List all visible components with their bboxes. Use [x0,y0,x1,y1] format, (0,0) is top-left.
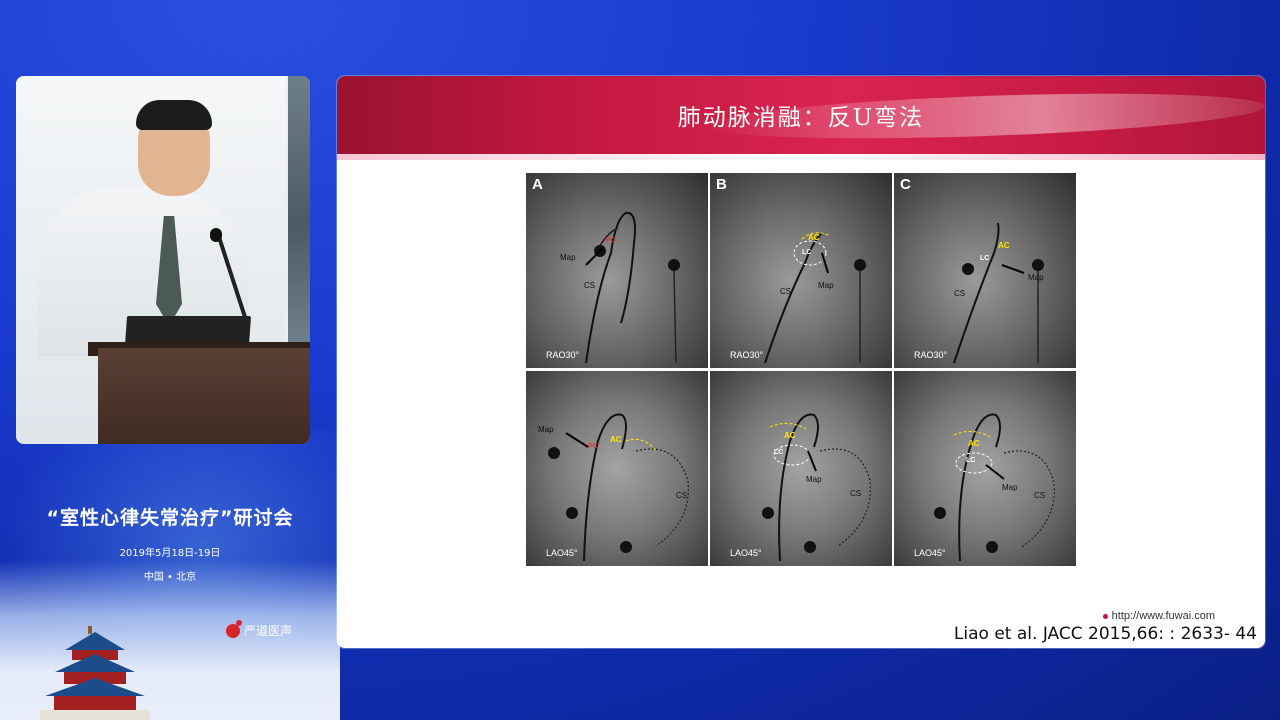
presentation-slide: 肺动脉消融：反U弯法 A Map PC CS RAO30° B AC LC Ma… [337,76,1265,648]
label-lc: LC [966,457,976,464]
panel-view: RAO30° [730,350,764,360]
panel-view: RAO30° [546,350,580,360]
label-map: Map [538,425,554,434]
fluoro-panel-a: A Map PC CS RAO30° [526,173,708,368]
label-cs: CS [780,287,792,296]
label-map: Map [1028,273,1044,282]
label-pc: PC [606,237,616,244]
label-cs: CS [584,281,596,290]
catheter-drawing [762,413,871,562]
microphone-icon [210,228,222,242]
event-location: 中国 • 北京 [143,572,197,583]
fluoro-panel-b: B AC LC Map CS RAO30° [710,173,892,368]
panel-letter: A [532,176,543,193]
panel-view: LAO45° [546,548,578,558]
bullet-icon [1102,613,1108,619]
event-title: “室性心律失常治疗”研讨会 [46,507,294,529]
catheter-drawing [934,413,1055,562]
logo-icon [226,619,242,638]
podium [98,348,310,444]
label-ac: AC [610,435,622,444]
fluoro-panel-d: Map PC AC CS LAO45° [526,371,708,566]
event-date: 2019年5月18日-19日 [119,548,221,559]
fluoro-panel-f: AC LC Map CS LAO45° [894,371,1076,566]
label-map: Map [806,475,822,484]
label-lc: LC [774,449,784,456]
sponsor-logo: 严道医声 [226,619,293,639]
catheter-drawing [764,232,866,364]
panel-letter: C [900,176,911,193]
slide-title: 肺动脉消融：反U弯法 [677,105,925,131]
label-ac: AC [808,233,820,242]
fluoroscopy-figure: A Map PC CS RAO30° B AC LC Map CS RAO30° [526,173,1076,568]
fluoro-panel-e: AC LC Map CS LAO45° [710,371,892,566]
label-lc: LC [802,249,812,256]
fluoro-panel-c: C AC LC Map CS RAO30° [894,173,1076,368]
label-map: Map [560,253,576,262]
label-lc: LC [980,255,990,262]
label-ac: AC [998,241,1010,250]
panel-view: LAO45° [914,548,946,558]
panel-letter: B [716,176,727,193]
label-cs: CS [1034,491,1046,500]
label-pc: PC [588,443,598,450]
sponsor-logo-text: 严道医声 [244,624,293,638]
label-map: Map [818,281,834,290]
temple-of-heaven-icon [40,626,150,720]
citation: Liao et al. JACC 2015,66: : 2633- 44 [953,624,1257,644]
catheter-drawing [953,222,1044,364]
label-ac: AC [784,431,796,440]
label-cs: CS [676,491,688,500]
label-map: Map [1002,483,1018,492]
catheter-drawing [548,413,689,562]
label-ac: AC [968,439,980,448]
speaker-hair [136,100,212,130]
catheter-drawing [585,211,680,364]
source-url-text: http://www.fuwai.com [1111,610,1215,622]
panel-view: LAO45° [730,548,762,558]
source-url: http://www.fuwai.com [1102,610,1215,622]
panel-view: RAO30° [914,350,948,360]
slide-header: 肺动脉消融：反U弯法 [337,76,1265,160]
label-cs: CS [954,289,966,298]
label-cs: CS [850,489,862,498]
speaker-video [16,76,310,444]
